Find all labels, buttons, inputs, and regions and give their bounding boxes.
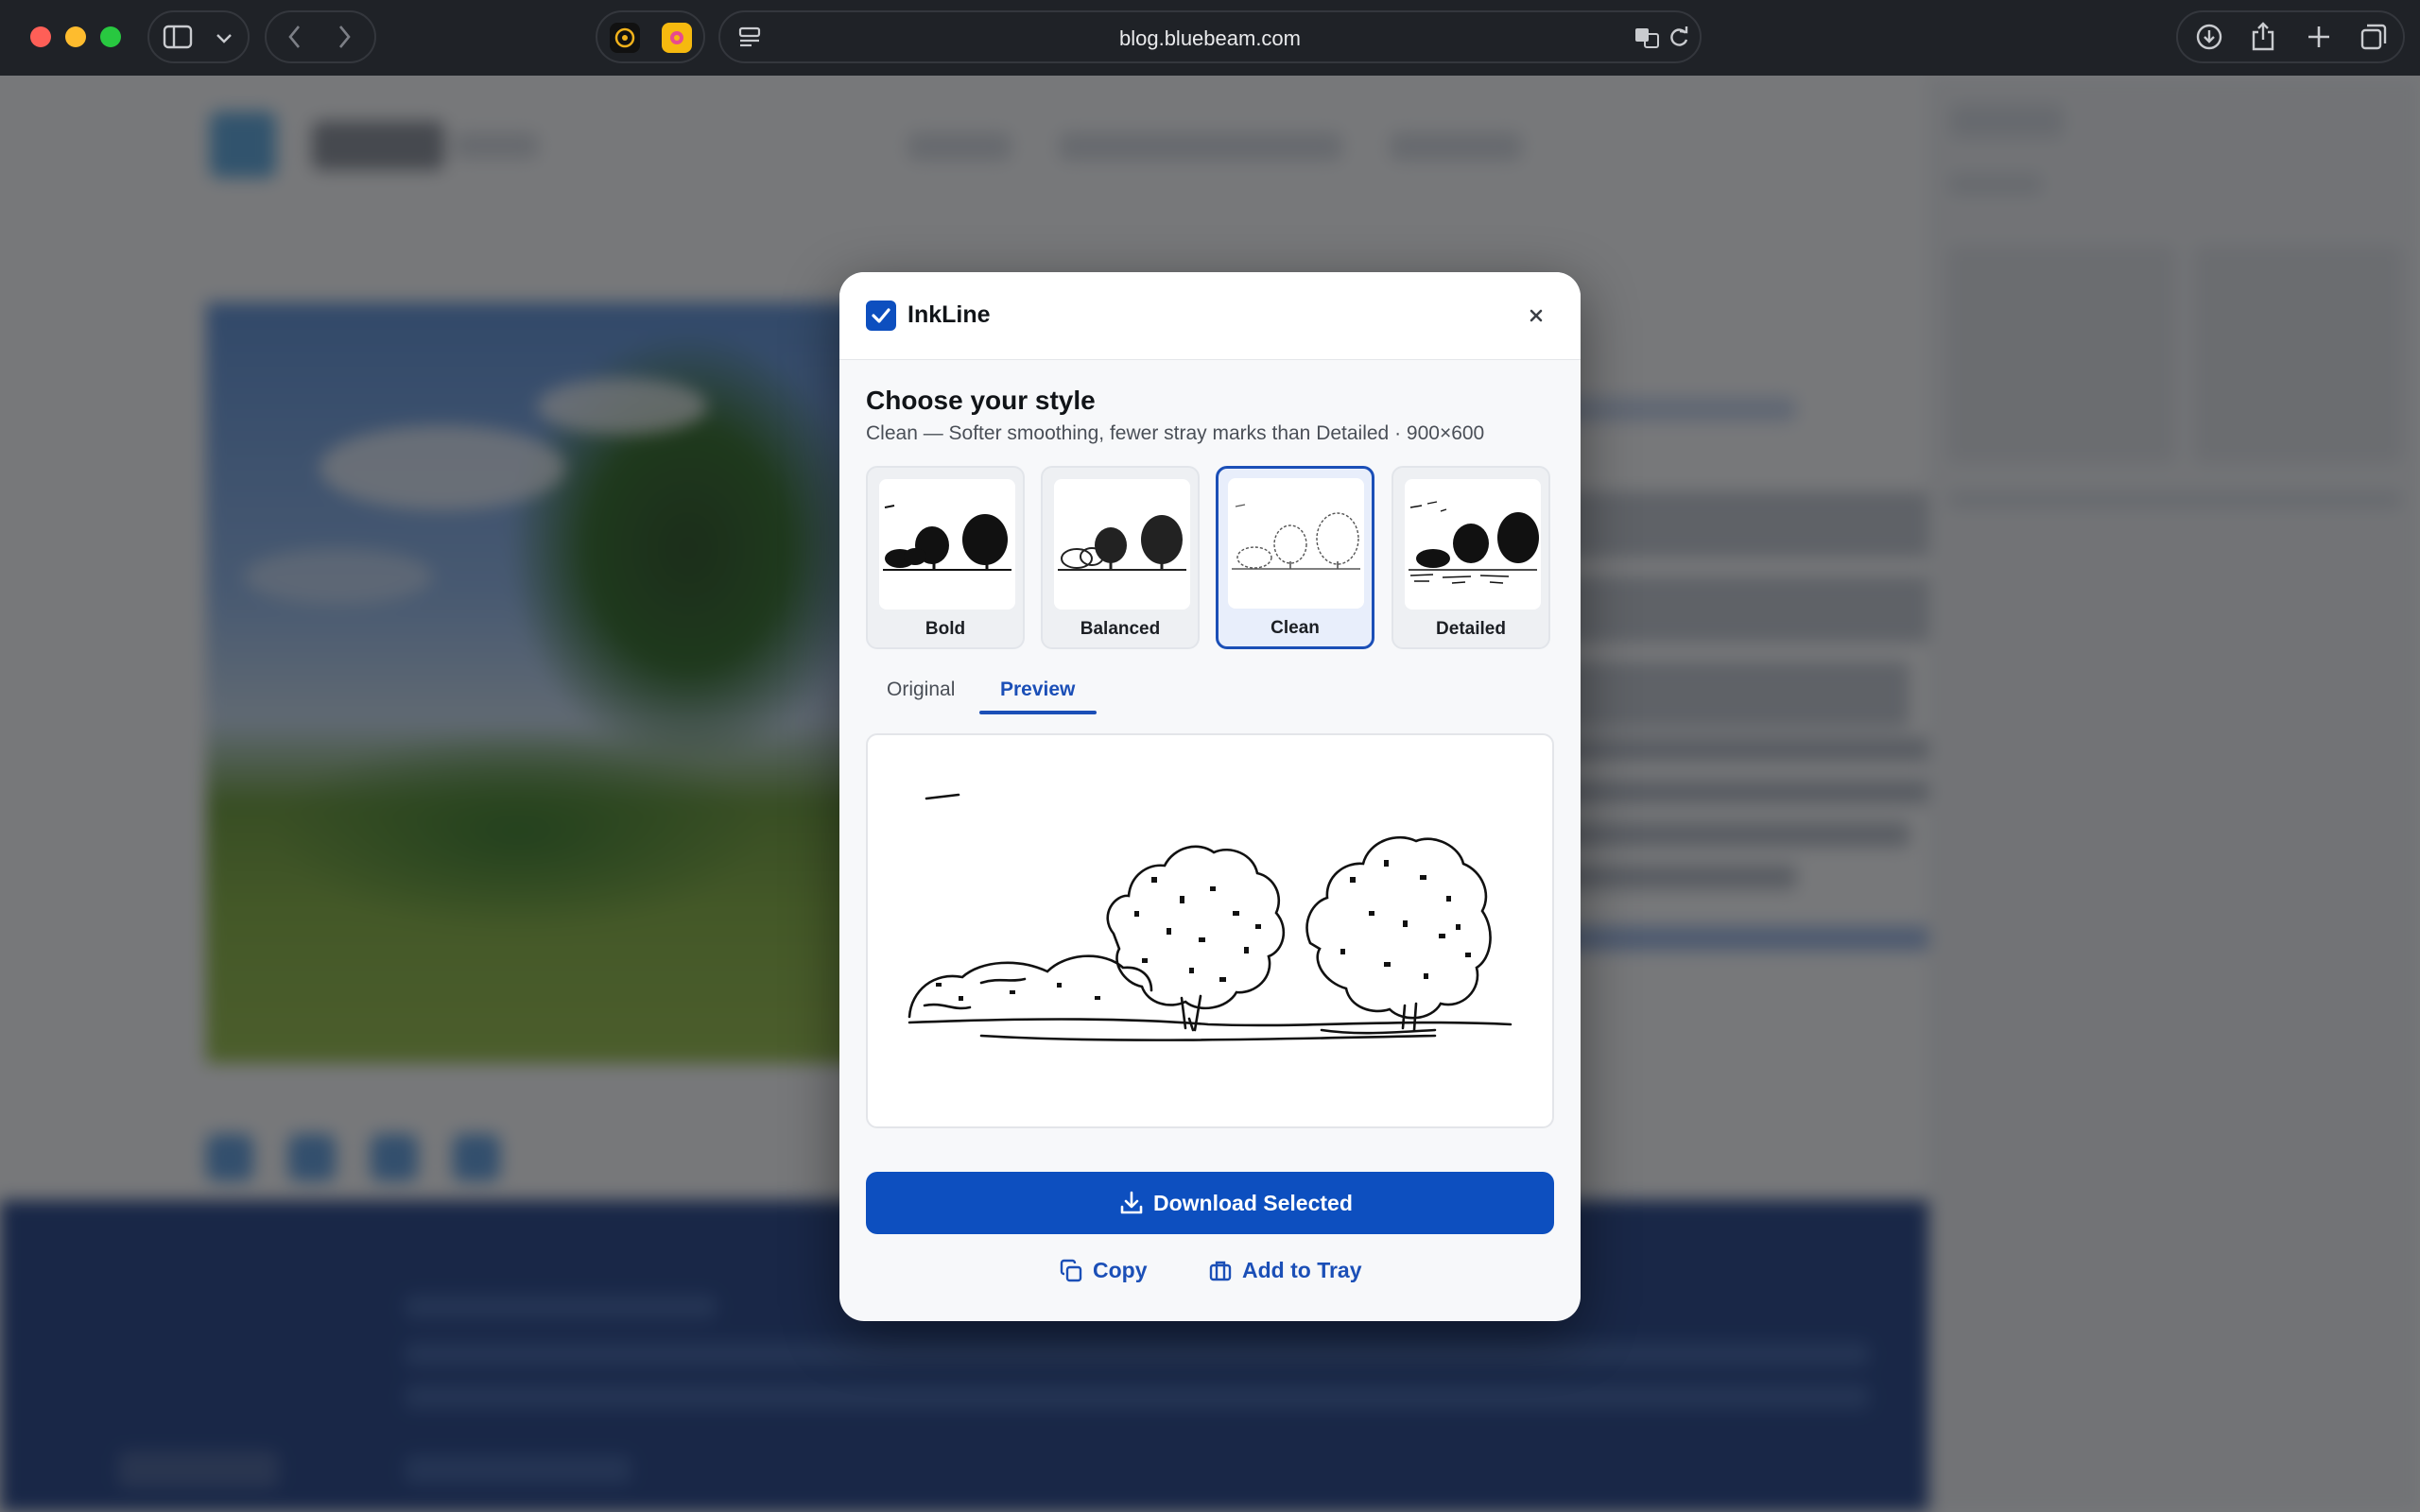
reload-icon[interactable]: [1668, 26, 1690, 50]
style-thumbnail: [1054, 479, 1190, 610]
close-window-button[interactable]: [30, 26, 51, 47]
url-text: blog.bluebeam.com: [1118, 26, 1301, 50]
tab-overview-icon[interactable]: [2360, 23, 2388, 51]
style-card-clean[interactable]: Clean: [1216, 466, 1374, 649]
forward-icon[interactable]: [337, 25, 352, 49]
style-card-balanced[interactable]: Balanced: [1041, 466, 1200, 649]
zoom-window-button[interactable]: [100, 26, 121, 47]
close-icon[interactable]: [1520, 300, 1552, 332]
new-tab-icon[interactable]: [2307, 25, 2331, 49]
style-card-bold[interactable]: Bold: [866, 466, 1025, 649]
style-description: Clean — Softer smoothing, fewer stray ma…: [866, 422, 1485, 444]
downloads-icon[interactable]: [2195, 23, 2223, 51]
download-icon: [1120, 1191, 1143, 1214]
tray-icon: [1209, 1261, 1232, 1281]
tab-original[interactable]: Original: [887, 679, 955, 701]
line-art-preview: [908, 793, 1512, 1041]
sidebar-icon: [163, 25, 193, 49]
dialog-header: InkLine: [839, 272, 1581, 360]
style-card-detailed[interactable]: Detailed: [1392, 466, 1550, 649]
style-label: Balanced: [1080, 619, 1161, 639]
preview-image: [866, 733, 1554, 1128]
copy-label: Copy: [1093, 1258, 1148, 1282]
active-tab-indicator: [979, 711, 1097, 714]
address-bar[interactable]: blog.bluebeam.com: [718, 10, 1702, 63]
minimize-window-button[interactable]: [65, 26, 86, 47]
extension-icon[interactable]: [610, 23, 640, 53]
download-label: Download Selected: [1153, 1191, 1353, 1215]
tab-preview[interactable]: Preview: [1000, 679, 1075, 701]
style-thumbnail: [879, 479, 1015, 610]
style-thumbnail: [1228, 478, 1364, 609]
extension-icon[interactable]: [662, 23, 692, 53]
browser-toolbar: blog.bluebeam.com: [0, 0, 2420, 77]
translate-icon[interactable]: [1634, 26, 1662, 50]
style-thumbnail: [1405, 479, 1541, 610]
add-to-tray-button[interactable]: Add to Tray: [1208, 1255, 1388, 1287]
back-icon[interactable]: [287, 25, 302, 49]
chevron-down-icon[interactable]: [216, 33, 233, 44]
section-heading: Choose your style: [866, 386, 1096, 415]
style-label: Detailed: [1436, 619, 1506, 639]
history-nav: [265, 10, 376, 63]
tray-label: Add to Tray: [1242, 1258, 1362, 1282]
style-label: Bold: [925, 619, 966, 639]
sidebar-toggle[interactable]: [147, 10, 250, 63]
download-selected-button[interactable]: Download Selected: [866, 1172, 1554, 1234]
dialog-title: InkLine: [908, 301, 991, 328]
inkline-dialog: InkLine Choose your style Clean — Softer…: [839, 272, 1581, 1321]
style-label: Clean: [1270, 618, 1320, 638]
copy-icon: [1060, 1259, 1082, 1282]
share-icon[interactable]: [2250, 21, 2276, 51]
copy-button[interactable]: Copy: [1059, 1255, 1163, 1287]
toolbar-actions: [2176, 10, 2405, 63]
inkline-logo-icon: [866, 301, 896, 331]
